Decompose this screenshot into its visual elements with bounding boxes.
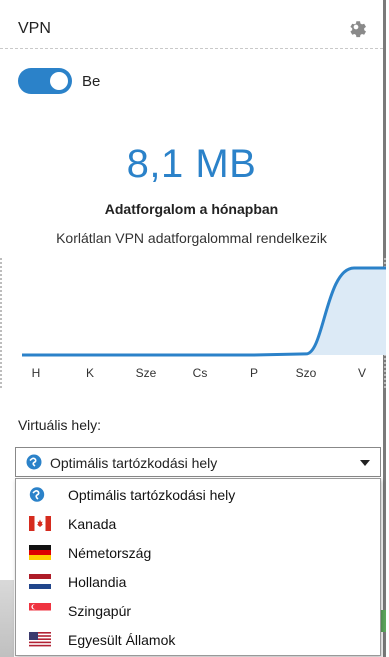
option-germany[interactable]: Németország [16,539,380,567]
vpn-panel: VPN Be 8,1 MB Adatforgalom a hónapban Ko… [0,0,386,657]
toggle-state-label: Be [82,73,101,90]
canada-flag-icon [29,516,51,531]
option-netherlands[interactable]: Hollandia [16,568,380,596]
x-tick-label: V [357,366,367,380]
usage-description: Korlátlan VPN adatforgalommal rendelkezi… [56,230,327,246]
globe-icon [26,454,42,470]
x-tick-label: Szo [295,366,317,380]
option-singapore[interactable]: Szingapúr [16,597,380,625]
x-tick-label: K [85,366,95,380]
location-dropdown: Optimális tartózkodási hely Kanada Német… [15,478,381,656]
option-optimal[interactable]: Optimális tartózkodási hely [16,481,380,509]
location-label: Virtuális hely: [18,417,102,433]
toggle-knob [50,72,68,90]
option-label: Németország [68,545,152,561]
singapore-flag-icon [29,603,51,618]
option-label: Egyesült Államok [68,632,176,648]
vpn-toggle[interactable] [18,68,72,94]
option-label: Hollandia [68,574,127,590]
globe-icon [29,487,45,502]
gear-icon[interactable] [345,16,367,38]
x-tick-label: Sze [135,366,157,380]
option-label: Optimális tartózkodási hely [68,487,236,503]
netherlands-flag-icon [29,574,51,589]
germany-flag-icon [29,545,51,560]
usage-caption: Adatforgalom a hónapban [104,201,279,217]
chart-area [22,268,386,355]
usage-chart [22,266,386,357]
selected-location: Optimális tartózkodási hely [50,455,218,471]
option-label: Kanada [68,516,117,532]
chevron-down-icon[interactable] [360,460,370,466]
usa-flag-icon [29,632,51,647]
x-tick-label: P [249,366,259,380]
x-tick-label: H [31,366,41,380]
header-divider [0,48,383,49]
option-usa[interactable]: Egyesült Államok [16,626,380,654]
background-strip [0,580,14,657]
option-label: Szingapúr [68,603,132,619]
panel-title: VPN [18,20,51,37]
option-canada[interactable]: Kanada [16,510,380,538]
usage-value: 8,1 MB [126,142,257,186]
location-select[interactable]: Optimális tartózkodási hely [15,447,381,477]
chart-x-axis: H K Sze Cs P Szo V [0,366,386,386]
x-tick-label: Cs [192,366,208,380]
